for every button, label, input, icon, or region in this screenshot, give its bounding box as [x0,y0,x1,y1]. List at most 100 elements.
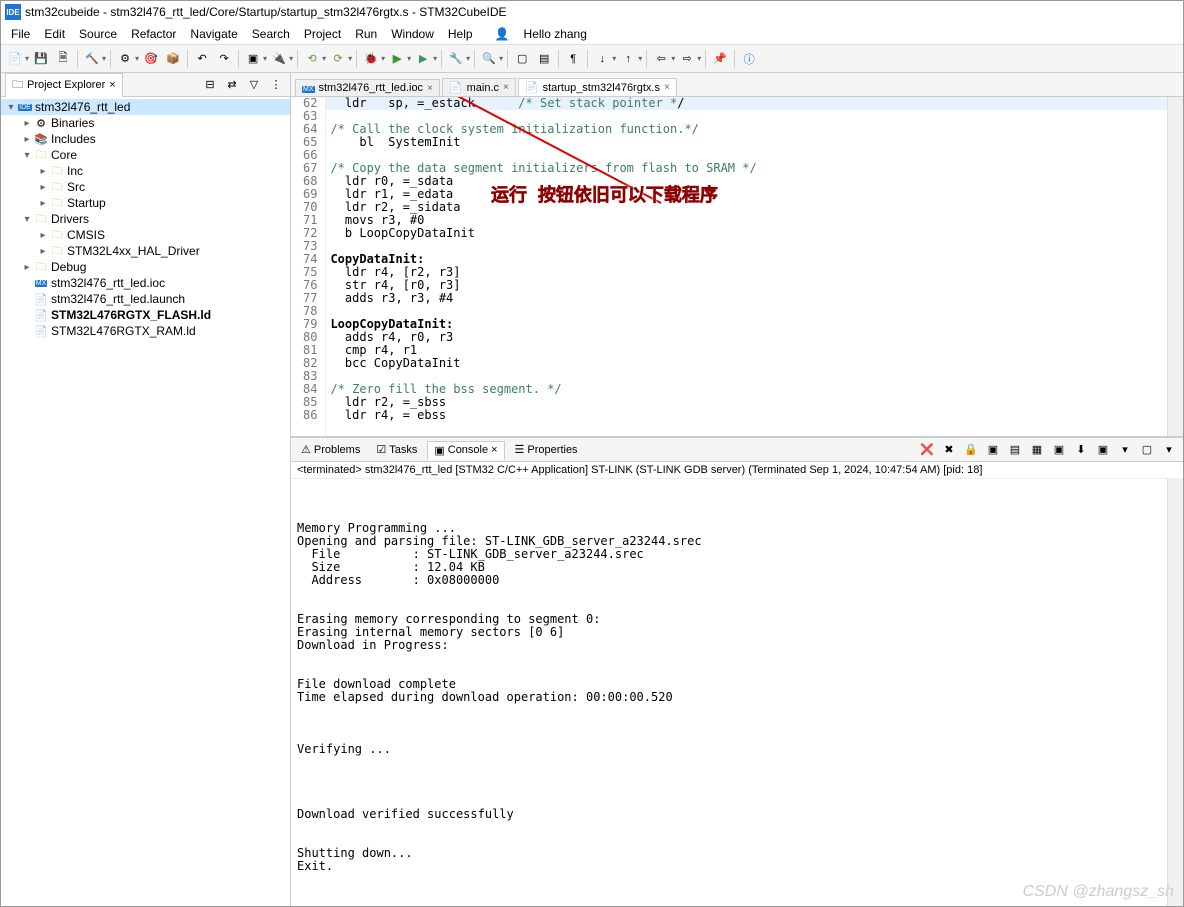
menu-navigate[interactable]: Navigate [184,25,243,43]
run-button[interactable]: ▶ [387,49,407,69]
menu-project[interactable]: Project [298,25,347,43]
filter-button[interactable]: ▽ [244,75,264,95]
code-content[interactable]: ldr sp, =_estack /* Set stack pointer */… [326,97,1183,436]
profile-button[interactable]: ▶ [413,49,433,69]
menu-refactor[interactable]: Refactor [125,25,182,43]
expand-arrow[interactable]: ▸ [21,118,33,129]
expand-arrow[interactable]: ▸ [37,166,49,177]
build-button[interactable]: 🔨 [82,49,102,69]
project-explorer-tab[interactable]: 🗀 Project Explorer × [5,73,123,97]
menu-run[interactable]: Run [349,25,383,43]
back-button[interactable]: ⇦ [651,49,671,69]
console-action-11[interactable]: ▾ [1159,440,1179,460]
tab-problems[interactable]: ⚠Problems [295,441,366,458]
tree-item[interactable]: 📄STM32L476RGTX_FLASH.ld [1,307,290,323]
expand-arrow[interactable]: ▸ [37,182,49,193]
close-icon[interactable]: × [109,79,115,91]
undo-button[interactable]: ↶ [192,49,212,69]
console-action-0[interactable]: ❌ [917,440,937,460]
editor-tab[interactable]: MXstm32l476_rtt_led.ioc× [295,79,440,96]
console-output[interactable]: Memory Programming ... Opening and parsi… [291,479,1183,906]
save-all-button[interactable]: 🗎 [53,49,73,69]
expand-arrow[interactable]: ▸ [37,246,49,257]
tree-item[interactable]: ▸🗀Debug [1,259,290,275]
collapse-all-button[interactable]: ⊟ [200,75,220,95]
redo-button[interactable]: ↷ [214,49,234,69]
forward-button[interactable]: ⇨ [677,49,697,69]
tree-item[interactable]: ▾🗀Drivers [1,211,290,227]
refresh-button[interactable]: ⟲ [302,49,322,69]
fld-icon: 🗀 [49,196,65,210]
external-tools-button[interactable]: 🔧 [446,49,466,69]
pin-button[interactable]: 📌 [710,49,730,69]
editor-tab[interactable]: 📄startup_stm32l476rgtx.s× [518,78,677,96]
console-action-6[interactable]: ▣ [1049,440,1069,460]
tree-item[interactable]: ▸🗀CMSIS [1,227,290,243]
expand-arrow[interactable]: ▾ [21,150,33,161]
show-whitespace-button[interactable]: ¶ [563,49,583,69]
save-button[interactable]: 💾 [31,49,51,69]
close-icon[interactable]: × [427,83,433,94]
menu-help[interactable]: Help [442,25,479,43]
tree-item[interactable]: MXstm32l476_rtt_led.ioc [1,275,290,291]
expand-arrow[interactable]: ▸ [21,262,33,273]
expand-arrow[interactable]: ▸ [37,198,49,209]
config-button[interactable]: ⚙ [115,49,135,69]
tree-item[interactable]: ▸🗀Src [1,179,290,195]
console-scrollbar[interactable] [1167,479,1183,906]
menu-edit[interactable]: Edit [38,25,71,43]
close-icon[interactable]: × [491,444,497,456]
console-status: <terminated> stm32l476_rtt_led [STM32 C/… [291,462,1183,479]
tree-item[interactable]: 📄stm32l476_rtt_led.launch [1,291,290,307]
menu-window[interactable]: Window [385,25,440,43]
expand-arrow[interactable]: ▾ [5,102,17,113]
console-action-3[interactable]: ▣ [983,440,1003,460]
expand-arrow[interactable]: ▸ [37,230,49,241]
console-action-9[interactable]: ▾ [1115,440,1135,460]
lch-icon: 📄 [33,292,49,306]
terminal-button[interactable]: ▣ [243,49,263,69]
search-button[interactable]: 🔍 [479,49,499,69]
tree-label: Includes [51,132,96,146]
tab-tasks[interactable]: ☑Tasks [370,441,423,458]
menu-search[interactable]: Search [246,25,296,43]
menu-file[interactable]: File [5,25,36,43]
console-action-7[interactable]: ⬇ [1071,440,1091,460]
toggle-block-button[interactable]: ▤ [534,49,554,69]
tab-properties[interactable]: ☰Properties [509,441,584,458]
info-button[interactable]: ⓘ [739,49,759,69]
close-icon[interactable]: × [664,82,670,93]
editor-scrollbar[interactable] [1167,97,1183,436]
tree-item[interactable]: ▾IDEstm32l476_rtt_led [1,99,290,115]
console-action-4[interactable]: ▤ [1005,440,1025,460]
connect-button[interactable]: 🔌 [269,49,289,69]
toggle-mark-button[interactable]: ▢ [512,49,532,69]
link-editor-button[interactable]: ⇄ [222,75,242,95]
expand-arrow[interactable]: ▾ [21,214,33,225]
expand-arrow[interactable]: ▸ [21,134,33,145]
update-button[interactable]: ⟳ [328,49,348,69]
tree-label: Startup [67,196,106,210]
menu-source[interactable]: Source [73,25,123,43]
target-button[interactable]: 🎯 [141,49,161,69]
console-action-8[interactable]: ▣ [1093,440,1113,460]
next-annotation-button[interactable]: ↓ [592,49,612,69]
debug-button[interactable]: 🐞 [361,49,381,69]
console-action-1[interactable]: ✖ [939,440,959,460]
editor-tab[interactable]: 📄main.c× [442,78,516,96]
code-editor[interactable]: 6263646566676869707172737475767778798081… [291,97,1183,436]
project-tree[interactable]: ▾IDEstm32l476_rtt_led▸⚙Binaries▸📚Include… [1,97,290,906]
sdk-button[interactable]: 📦 [163,49,183,69]
console-action-2[interactable]: 🔒 [961,440,981,460]
tree-item[interactable]: ▸🗀Inc [1,163,290,179]
new-button[interactable]: 📄 [5,49,25,69]
console-action-5[interactable]: ▦ [1027,440,1047,460]
tree-item[interactable]: 📄STM32L476RGTX_RAM.ld [1,323,290,339]
close-icon[interactable]: × [503,82,509,93]
tree-item[interactable]: ▸⚙Binaries [1,115,290,131]
console-action-10[interactable]: ▢ [1137,440,1157,460]
prev-annotation-button[interactable]: ↑ [618,49,638,69]
tab-console[interactable]: ▣Console × [427,441,504,460]
view-menu-button[interactable]: ⋮ [266,75,286,95]
tree-item[interactable]: ▾🗀Core [1,147,290,163]
